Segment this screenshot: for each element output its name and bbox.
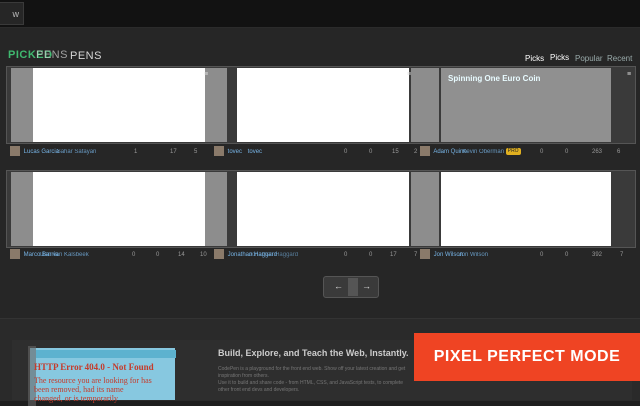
pen-meta: Lucas Garcia Sahar Safayan 1 17 5 (10, 145, 210, 159)
pen-meta: Jonathan Haggard Jonathan Haggard 0 0 17… (214, 248, 418, 262)
pens-row-1: Spinning One Euro Coin ≡ ≡ ≡ (6, 66, 636, 144)
error-screenshot: HTTP Error 404.0 - Not Found The resourc… (28, 346, 176, 406)
author-name-ghost: Sahar Safayan (56, 149, 97, 155)
footer-body-line-1: CodePen is a playground for the front en… (218, 366, 406, 379)
stat-comments: 0 (369, 252, 373, 258)
avatar[interactable] (420, 249, 430, 260)
stat-comments: 0 (369, 149, 373, 155)
nav-picks-label: Picks (525, 54, 545, 63)
section-title-white-ghost: PENS (36, 49, 68, 61)
stat-comments: 0 (565, 252, 569, 258)
stat-hearts: 6 (617, 149, 621, 155)
nav-recent-link[interactable]: Recent (607, 48, 632, 66)
nav-picks-link[interactable]: Picks (525, 48, 544, 66)
pager-divider (348, 278, 358, 296)
nav-popular-label: Popular (575, 54, 603, 63)
pagination: ← → (323, 276, 379, 298)
ghost-shadow (205, 68, 227, 142)
author-name-ghost: Jonathan Haggard (248, 252, 299, 258)
pen-card-preview[interactable] (33, 172, 205, 246)
stat-comments: 0 (344, 149, 348, 155)
prev-page-button[interactable]: ← (334, 281, 343, 291)
stat-comments: 0 (540, 149, 544, 155)
avatar[interactable] (10, 249, 20, 260)
top-bar (0, 0, 640, 28)
pen-card-hover-overlay[interactable]: Spinning One Euro Coin (441, 68, 611, 142)
author-name[interactable]: tovec (228, 149, 242, 155)
author-name-ghost: Dan van Kalsbeek (40, 252, 89, 258)
stat-views: 1 (134, 149, 138, 155)
error-title-bar (36, 350, 176, 358)
nav-picks-ghost-label: Picks (550, 53, 570, 62)
nav-picks-ghost-link[interactable]: Picks (550, 47, 569, 65)
stat-hearts: 7 (620, 252, 624, 258)
pro-badge: PRO (505, 147, 521, 155)
ghost-shadow (11, 172, 33, 246)
ghost-shadow (411, 172, 439, 246)
author-name-ghost: Kevin Oberman (462, 149, 505, 155)
error-text: The resource you are looking for has bee… (34, 376, 152, 403)
pen-meta: Marco Barría Dan van Kalsbeek 0 0 14 10 (10, 248, 210, 262)
stat-comments: 0 (540, 252, 544, 258)
footer-body-line-3: other front end devs and developers. (218, 387, 300, 393)
avatar[interactable] (420, 146, 430, 157)
stat-comments: 0 (565, 149, 569, 155)
stat-hearts: 17 (170, 149, 177, 155)
error-line-1: The resource you are looking for has (34, 376, 152, 385)
section-title-ghost: PENS (36, 45, 68, 63)
ghost-shadow (411, 68, 439, 142)
stat-comments: 0 (132, 252, 136, 258)
section-title-pens: PENS (70, 46, 102, 64)
stat-hearts: 14 (178, 252, 185, 258)
menu-icon[interactable]: ≡ (204, 71, 208, 78)
stat-hearts: 392 (592, 252, 603, 258)
new-pen-button[interactable]: w Pen (0, 2, 24, 42)
menu-icon[interactable]: ≡ (407, 71, 411, 78)
error-line-3: changed, or is temporarily (34, 394, 118, 403)
stat-hearts: 7 (414, 252, 418, 258)
ghost-shadow (11, 68, 33, 142)
footer-body: CodePen is a playground for the front en… (218, 366, 408, 394)
pixel-perfect-mode-badge[interactable]: PIXEL PERFECT MODE (414, 333, 640, 381)
next-page-button[interactable]: → (362, 281, 371, 291)
avatar[interactable] (10, 146, 20, 157)
error-line-2: been removed, had its name (34, 385, 124, 394)
footer-heading: Build, Explore, and Teach the Web, Insta… (218, 348, 409, 358)
stat-hearts: 263 (592, 149, 603, 155)
pen-card-preview[interactable] (237, 68, 409, 142)
pen-card-preview[interactable] (441, 172, 611, 246)
stat-hearts: 2 (414, 149, 418, 155)
author-name-ghost: tovec (247, 149, 263, 155)
pen-meta: Jon Wilson Jon Wilson 0 0 392 7 (420, 248, 635, 262)
nav-recent-label: Recent (607, 54, 633, 63)
avatar[interactable] (214, 146, 224, 157)
stat-comments: 0 (156, 252, 160, 258)
pen-title: Spinning One Euro Coin (448, 74, 541, 83)
pen-meta: tovec tovec 0 0 15 2 (214, 145, 418, 159)
stat-hearts: 10 (200, 252, 207, 258)
pen-meta: Adam Quinn Kevin Oberman PRO 0 0 263 6 (420, 145, 635, 159)
pens-row-2 (6, 170, 636, 248)
section-title-white: PENS (70, 50, 102, 62)
stat-comments: 0 (344, 252, 348, 258)
menu-icon[interactable]: ≡ (627, 71, 631, 78)
nav-popular-link[interactable]: Popular (575, 48, 603, 66)
stat-hearts: 15 (392, 149, 399, 155)
pen-card-preview[interactable] (237, 172, 409, 246)
author-name[interactable]: Lucas Garcia (24, 149, 59, 155)
avatar[interactable] (214, 249, 224, 260)
stat-hearts: 17 (390, 252, 397, 258)
pen-card-preview[interactable] (33, 68, 205, 142)
author-name-ghost: Jon Wilson (458, 252, 489, 258)
footer-body-line-2: Use it to build and share code - from HT… (218, 380, 404, 386)
ghost-shadow (205, 172, 227, 246)
stat-hearts: 5 (194, 149, 198, 155)
error-title: HTTP Error 404.0 - Not Found (34, 362, 154, 372)
